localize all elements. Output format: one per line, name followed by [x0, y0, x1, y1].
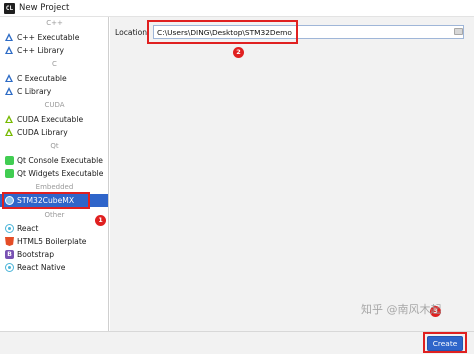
sidebar-item-label: React — [17, 224, 39, 233]
sidebar-item-html5-boilerplate[interactable]: HTML5 Boilerplate — [0, 235, 108, 248]
sidebar-item-react[interactable]: React — [0, 222, 108, 235]
dialog-footer — [0, 331, 474, 354]
c-triangle-icon — [5, 87, 14, 96]
sidebar-item-cpp-executable[interactable]: C++ Executable — [0, 31, 108, 44]
clion-app-icon: CL — [4, 3, 15, 14]
cpp-triangle-icon — [5, 33, 14, 42]
window-title: New Project — [19, 3, 70, 13]
sidebar-item-qt-widgets-executable[interactable]: Qt Widgets Executable — [0, 167, 108, 180]
bootstrap-icon-glyph: B — [5, 250, 14, 259]
group-header-other: Other — [44, 211, 65, 219]
annotation-badge-1: 1 — [95, 215, 106, 226]
sidebar-item-c-library[interactable]: C Library — [0, 85, 108, 98]
sidebar-item-label: Qt Widgets Executable — [17, 169, 104, 178]
sidebar-item-c-executable[interactable]: C Executable — [0, 72, 108, 85]
react-icon — [5, 224, 14, 233]
sidebar-item-label: C Executable — [17, 74, 67, 83]
sidebar-item-cuda-executable[interactable]: CUDA Executable — [0, 113, 108, 126]
title-bar: CL New Project — [0, 0, 474, 17]
group-header-cpp: C++ — [46, 19, 63, 27]
sidebar-item-cuda-library[interactable]: CUDA Library — [0, 126, 108, 139]
cuda-triangle-icon — [5, 115, 14, 124]
cpp-triangle-icon — [5, 46, 14, 55]
sidebar-item-label: Qt Console Executable — [17, 156, 103, 165]
cuda-triangle-icon — [5, 128, 14, 137]
annotation-badge-2: 2 — [233, 47, 244, 58]
sidebar-item-label: CUDA Executable — [17, 115, 84, 124]
highlight-box-create — [423, 332, 467, 353]
group-header-c: C — [52, 60, 57, 68]
sidebar-item-label: CUDA Library — [17, 128, 68, 137]
sidebar-item-label: Bootstrap — [17, 250, 55, 259]
sidebar-item-react-native[interactable]: React Native — [0, 261, 108, 274]
qt-icon — [5, 169, 14, 178]
sidebar-item-cpp-library[interactable]: C++ Library — [0, 44, 108, 57]
qt-icon — [5, 156, 14, 165]
sidebar-item-qt-console-executable[interactable]: Qt Console Executable — [0, 154, 108, 167]
react-icon — [5, 263, 14, 272]
highlight-box-stm32cubemx — [2, 192, 90, 209]
project-type-sidebar: C++ C++ Executable C++ Library C C Execu… — [0, 17, 109, 331]
folder-browse-icon[interactable] — [454, 28, 463, 35]
html5-icon — [5, 237, 14, 246]
bootstrap-icon: B — [5, 250, 14, 259]
watermark-text: 知乎 @南风木起 — [361, 303, 442, 316]
sidebar-item-label: C Library — [17, 87, 52, 96]
project-settings-panel: Location: — [110, 17, 474, 331]
group-header-qt: Qt — [50, 142, 59, 150]
sidebar-item-bootstrap[interactable]: B Bootstrap — [0, 248, 108, 261]
sidebar-item-label: C++ Library — [17, 46, 64, 55]
highlight-box-location — [147, 20, 298, 44]
group-header-cuda: CUDA — [44, 101, 65, 109]
sidebar-item-label: React Native — [17, 263, 66, 272]
sidebar-item-label: C++ Executable — [17, 33, 80, 42]
c-triangle-icon — [5, 74, 14, 83]
sidebar-item-label: HTML5 Boilerplate — [17, 237, 87, 246]
location-label: Location: — [115, 28, 150, 37]
